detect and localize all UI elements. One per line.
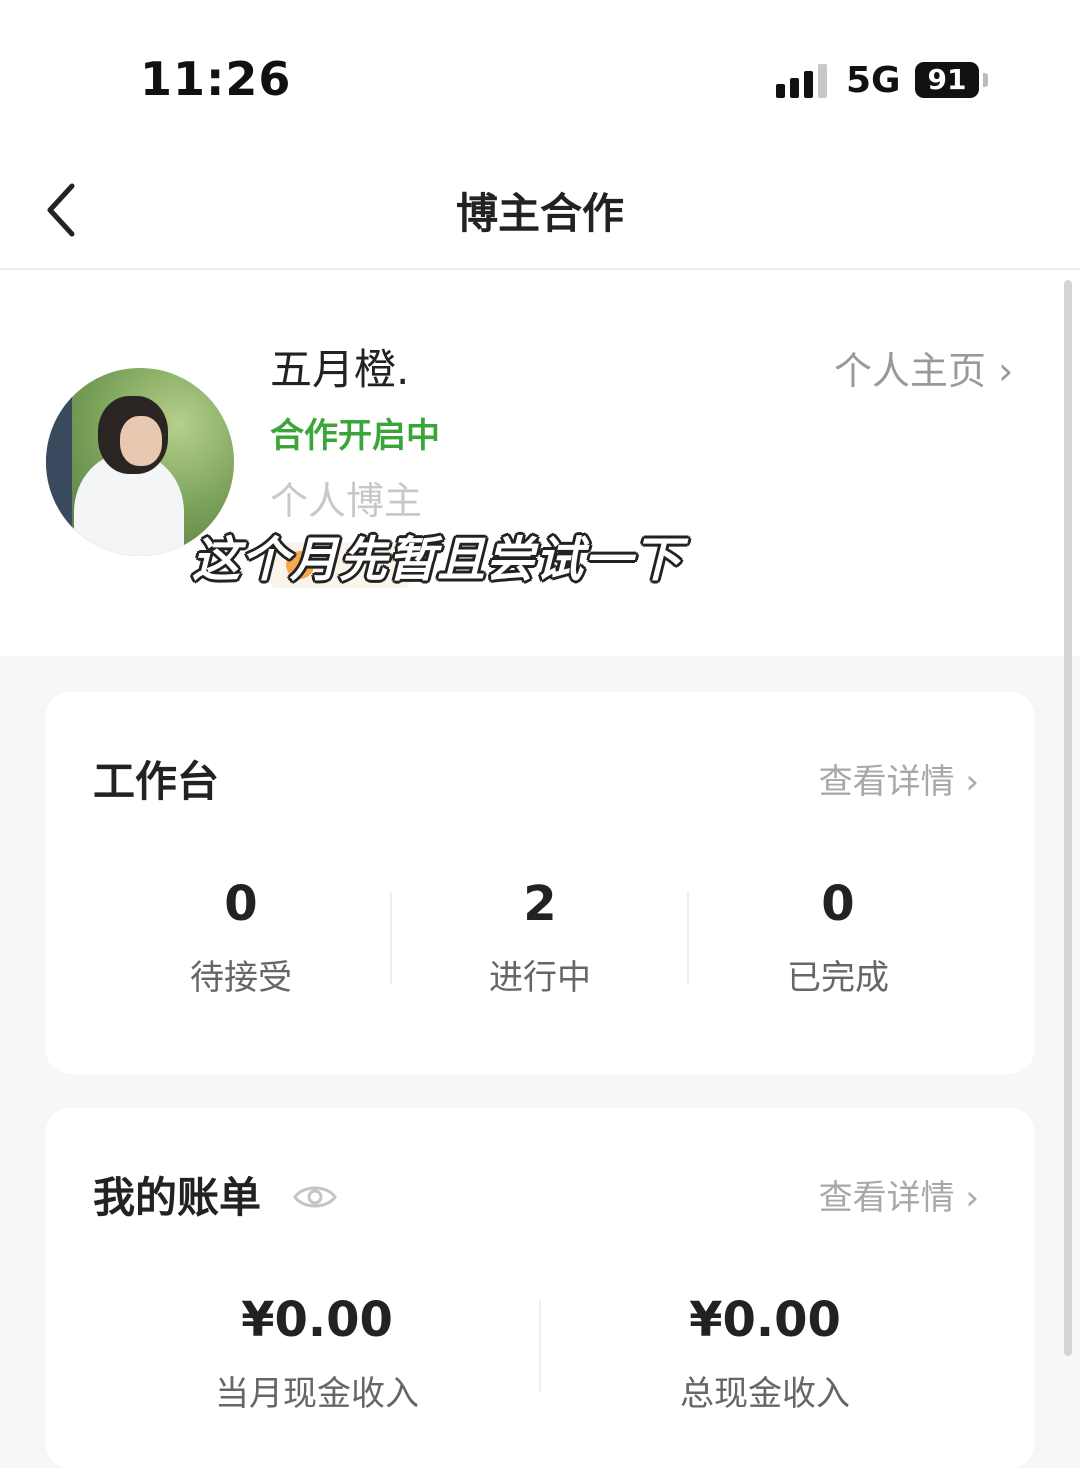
workbench-card: 工作台 查看详情 › 0 待接受 2 进行中 0 已完成 — [45, 692, 1035, 1074]
overlay-caption: 这个月先暂且尝试一下 — [192, 532, 683, 588]
battery-icon: 91 — [915, 62, 979, 98]
divider — [539, 1300, 541, 1392]
stat-label: 总现金收入 — [680, 1374, 850, 1414]
profile-name: 五月橙. — [270, 345, 410, 394]
monthly-income[interactable]: ¥0.00 当月现金收入 — [167, 1292, 467, 1415]
stat-label: 待接受 — [190, 958, 292, 998]
profile-section: 五月橙. 个人主页 › 合作开启中 个人博主 — [0, 270, 1080, 656]
bill-detail-link[interactable]: 查看详情 › — [819, 1170, 979, 1219]
cooperation-status: 合作开启中 — [270, 416, 440, 456]
status-bar: 11:26 5G 91 — [0, 0, 1080, 150]
stat-label: 已完成 — [787, 958, 889, 998]
stat-value: ¥0.00 — [241, 1292, 393, 1348]
page-title: 博主合作 — [455, 189, 624, 238]
stat-label: 进行中 — [489, 958, 591, 998]
blogger-type: 个人博主 — [270, 479, 423, 523]
bill-card: 我的账单 查看详情 › ¥0.00 当月现金收入 ¥0.00 总现金收入 — [45, 1108, 1035, 1468]
stat-label: 当月现金收入 — [215, 1374, 419, 1414]
workbench-title: 工作台 — [93, 757, 220, 806]
stat-value: 2 — [523, 876, 557, 932]
signal-icon — [776, 62, 830, 98]
stat-pending[interactable]: 0 待接受 — [141, 876, 341, 999]
scrollbar[interactable] — [1064, 280, 1072, 1356]
nav-bar: 博主合作 — [0, 150, 1080, 270]
stat-value: ¥0.00 — [689, 1292, 841, 1348]
total-income[interactable]: ¥0.00 总现金收入 — [615, 1292, 915, 1415]
battery-tip — [983, 73, 988, 87]
bill-title: 我的账单 — [93, 1173, 262, 1222]
workbench-detail-link[interactable]: 查看详情 › — [819, 754, 979, 803]
homepage-link[interactable]: 个人主页 › — [834, 340, 1013, 395]
divider — [687, 892, 689, 984]
stat-value: 0 — [821, 876, 855, 932]
stat-in-progress[interactable]: 2 进行中 — [440, 876, 640, 999]
eye-icon[interactable] — [293, 1182, 337, 1212]
status-time: 11:26 — [140, 52, 292, 106]
divider — [390, 892, 392, 984]
stat-completed[interactable]: 0 已完成 — [738, 876, 938, 999]
network-label: 5G — [846, 60, 901, 101]
stat-value: 0 — [224, 876, 258, 932]
